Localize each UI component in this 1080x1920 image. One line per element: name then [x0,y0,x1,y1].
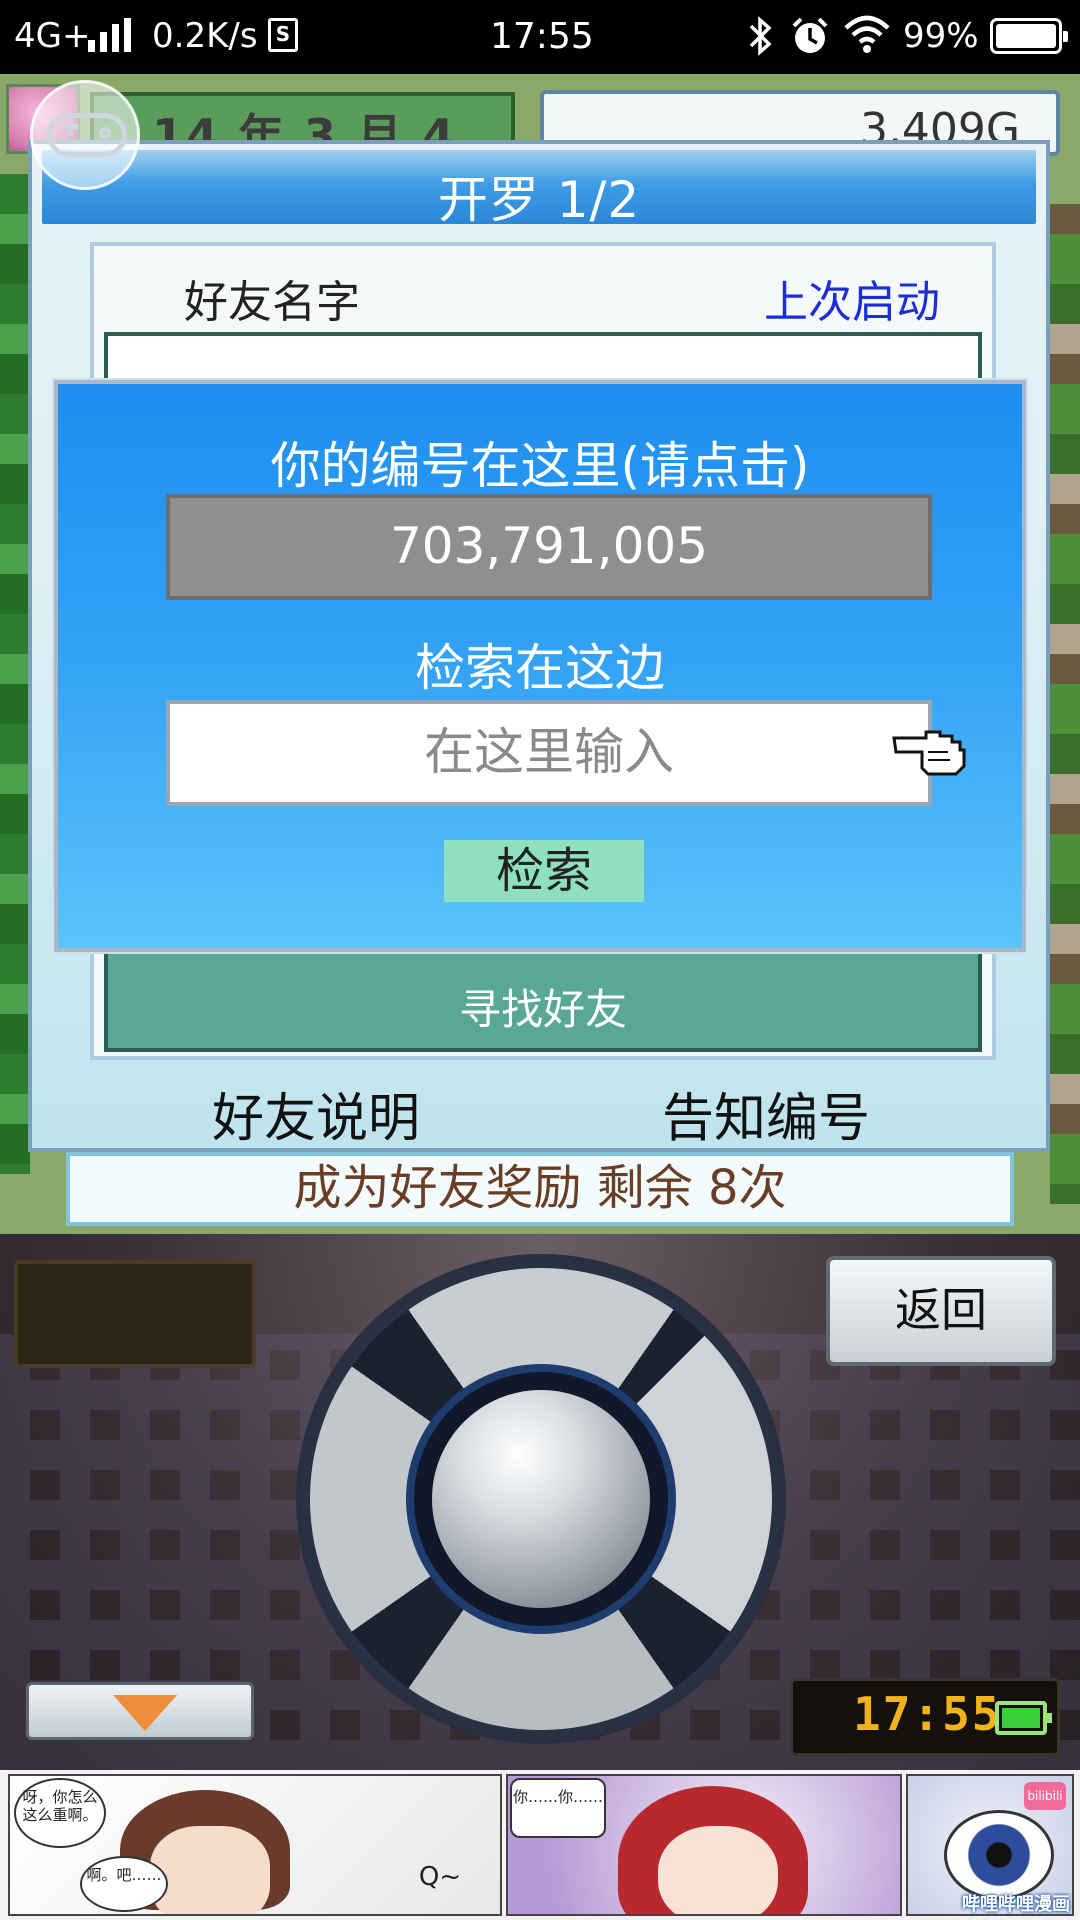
sim-icon: S [268,18,298,52]
wifi-icon [844,15,890,53]
character-face [658,1826,778,1914]
tree-strip-right [1050,204,1080,1204]
tree-strip-left [0,174,30,1174]
game-clock: 17:55 [790,1678,1060,1756]
game-screen: 4G+ 0.2K/s S 17:55 99% 14 年 3 月 4 周 [0,0,1080,1920]
column-last-launch[interactable]: 上次启动 [764,266,940,330]
status-time: 17:55 [490,16,594,57]
character-face [150,1826,270,1914]
pointing-hand-icon [892,730,966,776]
dpad[interactable] [296,1254,786,1744]
tell-id-button[interactable]: 告知编号 [662,1076,870,1151]
friend-explain-button[interactable]: 好友说明 [212,1076,420,1151]
column-friend-name[interactable]: 好友名字 [184,266,360,330]
bilibili-logo: bilibili [1024,1782,1066,1810]
panel-title: 开罗 1/2 [437,171,641,229]
clock-battery-icon [995,1701,1052,1735]
id-search-popup: 你的编号在这里(请点击) 703,791,005 检索在这边 在这里输入 检索 [54,380,1026,952]
character-eye [944,1810,1054,1900]
popup-title: 你的编号在这里(请点击) [270,437,810,495]
ad-banner[interactable]: 呀，你怎么这么重啊。 啊。吧…… Q~ 你……你…… bilibili 哔哩哔哩… [0,1770,1080,1920]
alarm-icon [792,17,828,53]
search-button[interactable]: 检索 [444,840,644,902]
battery-icon [990,18,1068,54]
friend-reward-bar: 成为好友奖励 剩余 8次 [66,1152,1014,1226]
player-id-box[interactable]: 703,791,005 [166,494,932,600]
arrow-down-icon [113,1695,177,1731]
virtual-controller: 返回 17:55 [0,1234,1080,1770]
scroll-down-button[interactable] [26,1682,254,1740]
ad-panel-1[interactable]: 呀，你怎么这么重啊。 啊。吧…… Q~ [8,1774,502,1916]
find-friend-button[interactable]: 寻找好友 [108,976,978,1037]
signal-icon [88,18,132,52]
back-button[interactable]: 返回 [826,1256,1056,1366]
ad-caption: 哔哩哔哩漫画 [962,1894,1070,1915]
speech-bubble: 啊。吧…… [80,1856,168,1912]
speech-bubble: 呀，你怎么这么重啊。 [14,1778,106,1848]
network-type: 4G+ [14,16,91,56]
lcd-panel [14,1260,256,1368]
speech-bubble: 你……你…… [510,1778,606,1838]
battery-percent: 99% [903,16,979,56]
search-label: 检索在这边 [415,639,665,697]
network-speed: 0.2K/s [152,16,258,56]
bluetooth-icon [749,16,772,56]
ad-panel-2[interactable]: 你……你…… [506,1774,902,1916]
gamepad-floating-icon[interactable] [30,80,140,190]
dpad-center-button[interactable] [432,1390,650,1608]
speech-text: Q~ [418,1862,462,1892]
status-bar: 4G+ 0.2K/s S 17:55 99% [0,0,1080,74]
search-input[interactable]: 在这里输入 [166,700,932,806]
panel-title-bar: 开罗 1/2 [42,150,1036,229]
clock-text: 17:55 [853,1687,1002,1741]
